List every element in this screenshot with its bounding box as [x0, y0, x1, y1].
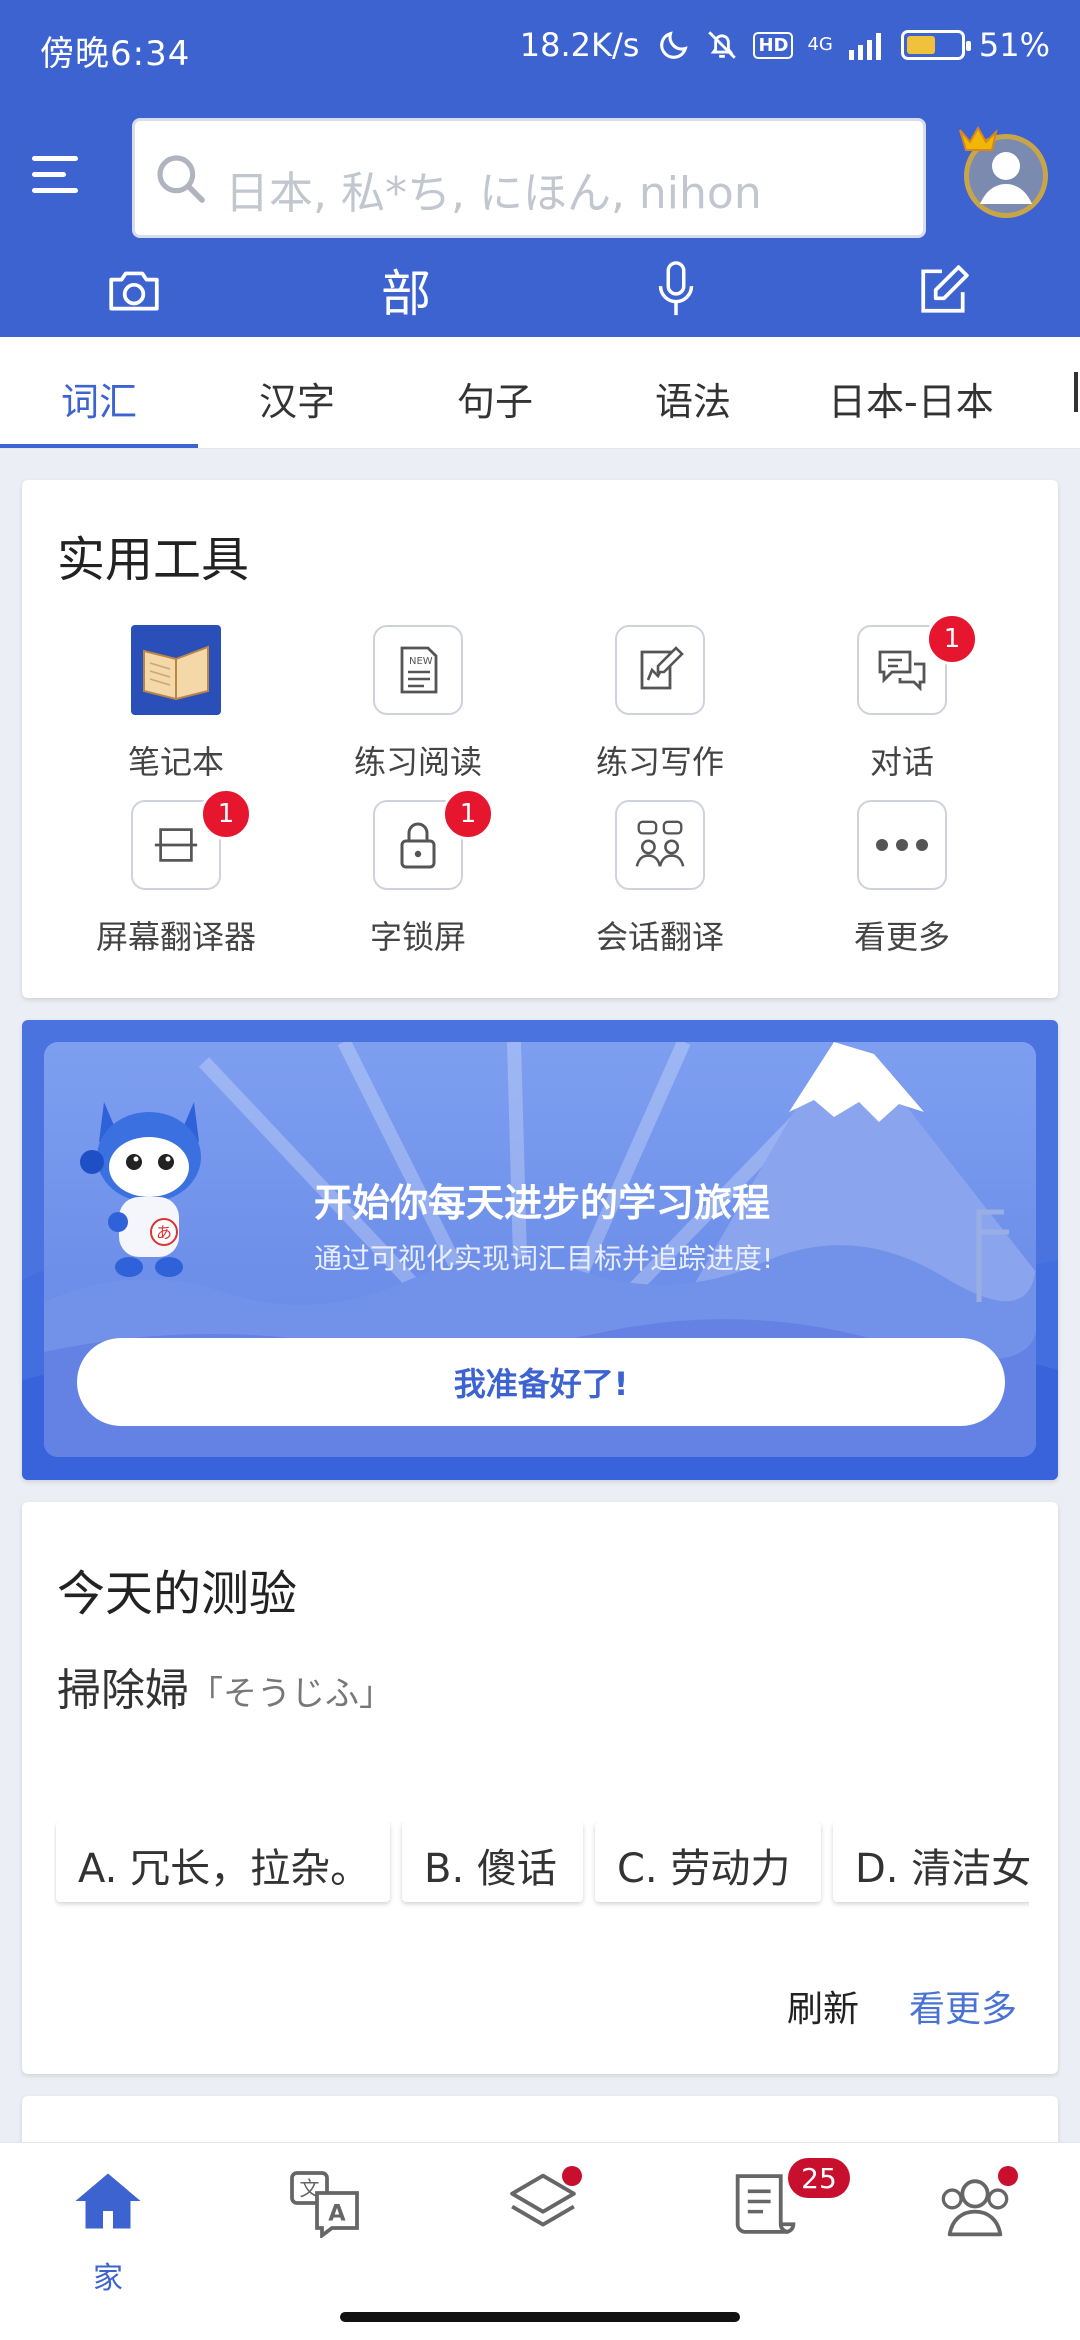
home-indicator	[340, 2312, 740, 2322]
handwriting-button[interactable]	[904, 255, 984, 325]
battery-percent: 51%	[978, 26, 1050, 64]
nav-study-dot	[562, 2166, 582, 2186]
nav-study[interactable]	[482, 2166, 602, 2298]
tool-label: 笔记本	[127, 743, 224, 781]
tool-conversation-translate[interactable]: 会话翻译	[560, 800, 760, 970]
camera-button[interactable]	[94, 255, 174, 325]
writing-icon	[615, 625, 705, 715]
tools-card: 实用工具 笔记本 NEW 练习阅读 练习写作 1 对话 1 屏幕翻译器 1 字锁…	[22, 480, 1058, 998]
more-icon	[857, 800, 947, 890]
tool-label: 看更多	[853, 918, 950, 956]
nav-community-dot	[998, 2166, 1018, 2186]
notification-badge: 1	[442, 788, 494, 840]
status-time: 傍晚6:34	[40, 34, 191, 74]
tool-screen-translator[interactable]: 1 屏幕翻译器	[76, 788, 276, 970]
notification-badge: 1	[200, 788, 252, 840]
search-placeholder: 日本, 私*ち, にほん, nihon	[225, 168, 762, 219]
tool-label: 练习阅读	[353, 743, 482, 781]
notification-badge: 1	[926, 613, 978, 665]
tab-kanji[interactable]: 汉字	[259, 371, 335, 426]
camera-icon	[109, 271, 159, 311]
crowned-avatar-icon	[959, 125, 1048, 218]
quiz-option-a[interactable]: A. 冗长，拉杂。	[56, 1822, 390, 1902]
tab-japanese-japanese[interactable]: 日本-日本	[828, 371, 994, 426]
edit-icon	[921, 265, 969, 313]
hd-icon: HD	[753, 31, 794, 59]
tool-label: 会话翻译	[595, 918, 724, 956]
bottom-navigation: 家 文 A 25	[0, 2142, 1080, 2340]
banner-subtitle: 通过可视化实现词汇目标并追踪进度!	[314, 1242, 774, 1275]
quiz-option-d[interactable]: D. 清洁女	[833, 1822, 1029, 1902]
quiz-reading: 「そうじふ」	[189, 1674, 393, 1714]
quiz-see-more-link[interactable]: 看更多	[909, 1980, 1017, 2032]
active-tab-indicator	[0, 444, 198, 448]
status-icons: 18.2K/s HD 4G 51%	[520, 26, 1050, 64]
radical-label: 部	[381, 265, 431, 323]
nav-news[interactable]: 25	[700, 2158, 850, 2298]
quiz-refresh-button[interactable]: 刷新	[787, 1980, 859, 2032]
notebook-icon	[131, 625, 221, 715]
new-tag: NEW	[409, 656, 433, 667]
tool-label: 练习写作	[595, 743, 724, 781]
tool-dialogue[interactable]: 1 对话	[802, 613, 1002, 795]
net-speed: 18.2K/s	[519, 26, 640, 64]
learning-journey-banner: あ 开始你每天进步的学习旅程 通过可视化实现词汇目标并追踪进度! 我准备好了!	[22, 1020, 1058, 1480]
ready-button[interactable]: 我准备好了!	[77, 1338, 1005, 1426]
nav-community[interactable]	[912, 2166, 1032, 2298]
daily-quiz-card: 今天的测验 掃除婦「そうじふ」 A. 冗长，拉杂。 B. 傻话 C. 劳动力 D…	[22, 1502, 1058, 2074]
battery-icon	[900, 30, 971, 60]
moon-icon	[660, 31, 689, 59]
search-icon	[157, 155, 205, 203]
quiz-title: 今天的测验	[57, 1566, 298, 1622]
quiz-option-c[interactable]: C. 劳动力	[595, 1822, 821, 1902]
radical-search-button[interactable]: 部	[366, 255, 446, 325]
app-header: 傍晚6:34 18.2K/s HD 4G 51% 日本, 私*ち, にほん, n…	[0, 0, 1080, 337]
home-icon	[75, 2173, 141, 2229]
quiz-word: 掃除婦「そうじふ」	[57, 1654, 393, 1718]
conversation-icon	[615, 800, 705, 890]
search-input[interactable]: 日本, 私*ち, にほん, nihon	[132, 118, 926, 238]
bell-muted-icon	[708, 31, 737, 59]
mascot-illustration: あ	[80, 1102, 201, 1277]
tab-vocabulary[interactable]: 词汇	[61, 371, 137, 426]
tool-word-lockscreen[interactable]: 1 字锁屏	[318, 788, 518, 970]
tab-grammar[interactable]: 语法	[655, 371, 731, 426]
nav-home[interactable]: 家	[48, 2168, 168, 2298]
quiz-kanji: 掃除婦	[57, 1665, 189, 1716]
translate-glyph-bottom: A	[328, 2201, 346, 2227]
nav-news-badge: 25	[788, 2158, 850, 2198]
reading-icon: NEW	[373, 625, 463, 715]
tool-see-more[interactable]: 看更多	[802, 800, 1002, 970]
translate-icon: 文 A	[290, 2171, 359, 2238]
quiz-options: A. 冗长，拉杂。 B. 傻话 C. 劳动力 D. 清洁女	[54, 1822, 1029, 1912]
tool-practice-writing[interactable]: 练习写作	[560, 625, 760, 795]
category-tabs: 词汇 汉字 句子 语法 日本-日本	[0, 337, 1080, 449]
nav-home-label: 家	[93, 2261, 123, 2296]
tab-overflow-hint	[1074, 372, 1078, 412]
nav-translate[interactable]: 文 A	[262, 2168, 382, 2298]
tool-label: 对话	[869, 743, 934, 781]
tool-practice-reading[interactable]: NEW 练习阅读	[318, 625, 518, 795]
microphone-icon	[658, 261, 694, 316]
input-tools: 部	[0, 255, 1080, 325]
status-bar: 傍晚6:34 18.2K/s HD 4G 51%	[0, 0, 1080, 100]
network-type: 4G	[807, 34, 833, 55]
tools-title: 实用工具	[57, 532, 250, 588]
voice-button[interactable]	[636, 255, 716, 325]
banner-title: 开始你每天进步的学习旅程	[314, 1181, 771, 1225]
tool-label: 屏幕翻译器	[95, 918, 256, 956]
quiz-option-b[interactable]: B. 傻话	[402, 1822, 583, 1902]
menu-button[interactable]	[30, 150, 80, 200]
avatar[interactable]	[956, 118, 1052, 222]
mascot-badge: あ	[156, 1223, 172, 1242]
tab-sentences[interactable]: 句子	[457, 371, 533, 426]
signal-icon	[848, 33, 881, 60]
tool-label: 字锁屏	[369, 918, 466, 956]
tool-notebook[interactable]: 笔记本	[76, 625, 276, 795]
